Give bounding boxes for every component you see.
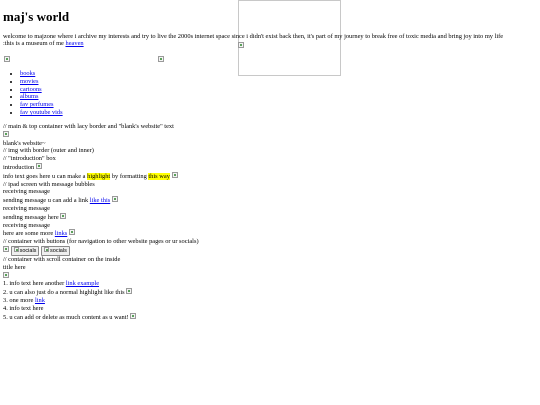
links-link[interactable]: links [55, 230, 67, 237]
highlight-text-this-way: this way [148, 172, 170, 180]
list-item-text: 3. one more [3, 296, 34, 304]
broken-image-icon [238, 42, 244, 48]
buttons-row: socials socials [3, 245, 533, 256]
list-item: 4. info text here [3, 304, 44, 312]
nav-link-albums[interactable]: albums [20, 93, 38, 100]
list-item: 2. u can also just do a normal highlight… [3, 288, 533, 297]
broken-image-icon [3, 130, 9, 137]
museum-text: :this is a museum of me [3, 40, 64, 47]
broken-image-icon [13, 246, 19, 252]
code-comment: // "introduction" box [3, 155, 56, 163]
main-content: // main & top container with lacy border… [3, 123, 533, 321]
heaven-link[interactable]: heaven [66, 40, 84, 47]
code-comment: // ipad screen with message bubbles [3, 180, 95, 188]
list-item-text: 2. u can also just do a normal highlight… [3, 289, 125, 297]
like-this-link[interactable]: like this [90, 197, 110, 204]
broken-image-icon [158, 56, 164, 62]
list-item: 5. u can add or delete as much content a… [3, 312, 533, 322]
more-links-text: here are some more [3, 230, 54, 238]
broken-image-icon [35, 162, 42, 169]
code-comment: // container with scroll container on th… [3, 255, 121, 263]
socials-button-label: socials [50, 247, 67, 254]
nav-item-albums: albums [20, 93, 63, 101]
nav-link-books[interactable]: books [20, 70, 35, 77]
highlight-text: highlight [87, 172, 111, 180]
scroll-title: title here [3, 263, 26, 271]
list-item: 1. info text here another link example [3, 280, 533, 288]
info-row: info text goes here u can make a highlig… [3, 171, 533, 181]
broken-image-icon [3, 245, 9, 252]
list-item-text: 1. info text here another [3, 280, 65, 288]
receiving-message: receiving message [3, 221, 51, 229]
page-title: maj's world [3, 9, 70, 24]
list-item-text: 5. u can add or delete as much content a… [3, 313, 129, 321]
nav-link-fav-youtube-vids[interactable]: fav youtube vids [20, 109, 63, 116]
nav-list: books movies cartoons albums fav perfume… [20, 70, 63, 117]
museum-line: :this is a museum of me heaven [3, 40, 84, 48]
code-comment: // img with border (outer and inner) [3, 147, 94, 155]
broken-image-icon [130, 312, 137, 319]
nav-item-books: books [20, 70, 63, 78]
broken-image-icon [4, 56, 10, 62]
broken-image-icon [60, 212, 67, 219]
one-more-link[interactable]: link [35, 297, 45, 304]
blanks-website-text: blank's website~ [3, 139, 46, 147]
nav-link-fav-perfumes[interactable]: fav perfumes [20, 101, 54, 108]
introduction-label: introduction [3, 163, 35, 171]
info-text: info text goes here u can make a [3, 172, 86, 180]
nav-item-fav-youtube-vids: fav youtube vids [20, 109, 63, 117]
link-example-link[interactable]: link example [66, 280, 99, 287]
broken-image-icon [68, 229, 75, 236]
sending-message-text: sending message u can add a link [3, 197, 89, 205]
sending-message-text: sending message here [3, 213, 59, 221]
socials-button[interactable]: socials [10, 245, 40, 256]
socials-button[interactable]: socials [41, 245, 70, 256]
introduction-row: introduction [3, 162, 533, 172]
nav-link-cartoons[interactable]: cartoons [20, 86, 42, 93]
nav-item-cartoons: cartoons [20, 86, 63, 94]
broken-image-icon [171, 171, 178, 178]
more-links-row: here are some more links [3, 229, 533, 238]
sending-message: sending message here [3, 212, 533, 222]
sending-message: sending message u can add a link like th… [3, 196, 533, 205]
receiving-message: receiving message [3, 204, 51, 212]
broken-image-icon [3, 271, 9, 278]
socials-button-label: socials [19, 247, 37, 254]
code-comment: // main & top container with lacy border… [3, 123, 174, 130]
code-comment: // container with buttons (for navigatio… [3, 238, 199, 246]
broken-image-icon [44, 246, 50, 252]
intro-text-body: welcome to majzone where i archive my in… [3, 33, 504, 40]
list-item: 3. one more link [3, 297, 533, 305]
nav-link-movies[interactable]: movies [20, 78, 38, 85]
receiving-message: receiving message [3, 188, 51, 196]
nav-item-movies: movies [20, 78, 63, 86]
nav-item-fav-perfumes: fav perfumes [20, 101, 63, 109]
broken-image-icon [111, 196, 118, 203]
info-text-mid: by formatting [111, 172, 147, 180]
broken-image-icon [126, 288, 133, 295]
